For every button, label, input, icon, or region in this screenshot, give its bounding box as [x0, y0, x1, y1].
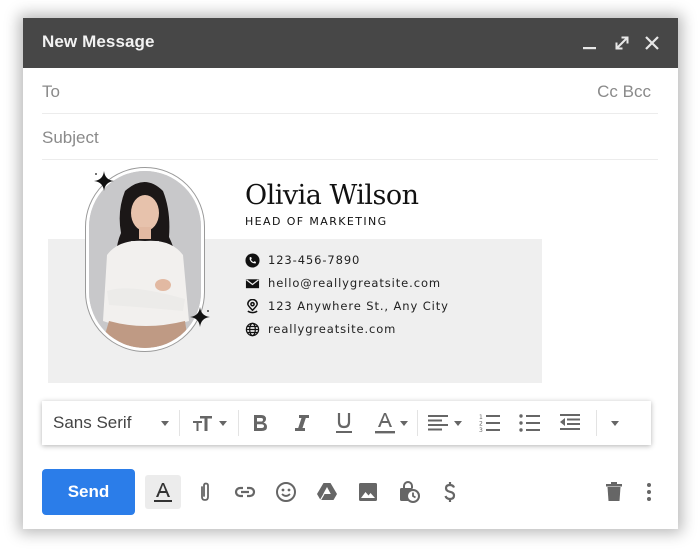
sparkle-icon [189, 306, 211, 328]
contact-website[interactable]: reallygreatsite.com [245, 319, 396, 339]
envelope-icon [245, 276, 260, 291]
text-color-button[interactable] [365, 401, 417, 445]
subject-label: Subject [42, 128, 99, 147]
expand-icon[interactable] [611, 32, 633, 54]
align-icon [427, 415, 448, 431]
italic-button[interactable] [281, 401, 323, 445]
location-pin-icon [245, 298, 260, 314]
bold-button[interactable] [239, 401, 281, 445]
insert-drive-button[interactable] [314, 479, 340, 505]
phone-icon [245, 252, 260, 268]
underline-button[interactable] [323, 401, 365, 445]
profile-photo-frame [85, 167, 205, 352]
bulleted-list-button[interactable] [510, 401, 550, 445]
money-icon [444, 482, 456, 502]
contact-email[interactable]: hello@reallygreatsite.com [245, 273, 441, 293]
font-family-select[interactable]: Sans Serif [42, 401, 179, 445]
text-size-button[interactable] [180, 401, 238, 445]
insert-photo-button[interactable] [355, 479, 381, 505]
to-field[interactable]: To Cc Bcc [42, 68, 658, 114]
send-button[interactable]: Send [42, 469, 135, 515]
compose-window: New Message To Cc Bcc Subject Olivia Wil… [23, 18, 678, 529]
bcc-link[interactable]: Bcc [623, 82, 651, 101]
minimize-icon[interactable] [579, 32, 601, 54]
chevron-down-icon [218, 420, 227, 426]
formatting-options-icon [154, 483, 172, 502]
numbered-list-icon: 123 [479, 414, 500, 433]
signature-name: Olivia Wilson [245, 180, 419, 211]
send-money-button[interactable] [437, 479, 463, 505]
globe-icon [245, 322, 260, 337]
indent-less-button[interactable] [550, 401, 590, 445]
cc-bcc-links: Cc Bcc [597, 82, 651, 102]
bulleted-list-icon [519, 414, 540, 432]
chevron-down-icon [611, 420, 619, 426]
insert-emoji-button[interactable] [273, 479, 299, 505]
underline-icon [336, 413, 352, 433]
more-options-icon [647, 483, 651, 501]
confidential-mode-button[interactable] [396, 479, 422, 505]
svg-text:3: 3 [479, 427, 483, 433]
formatting-toolbar: Sans Serif 123 [42, 401, 651, 445]
compose-titlebar[interactable]: New Message [23, 18, 678, 68]
insert-photo-icon [359, 483, 377, 501]
more-formatting-button[interactable] [597, 401, 633, 445]
email-signature[interactable]: Olivia Wilson HEAD OF MARKETING 123-456-… [23, 160, 678, 390]
cc-link[interactable]: Cc [597, 82, 618, 101]
more-options-button[interactable] [636, 479, 662, 505]
attach-button[interactable] [192, 479, 218, 505]
attach-icon [201, 482, 209, 501]
contact-address-text: 123 Anywhere St., Any City [268, 299, 449, 313]
window-title: New Message [42, 32, 155, 51]
contact-phone: 123-456-7890 [245, 250, 360, 270]
chevron-down-icon [453, 420, 462, 426]
subject-field[interactable]: Subject [42, 114, 658, 160]
drive-icon [317, 483, 337, 501]
signature-role: HEAD OF MARKETING [245, 215, 388, 228]
profile-photo [89, 171, 201, 348]
confidential-mode-icon [400, 481, 420, 503]
trash-icon [606, 482, 622, 501]
chevron-down-icon [399, 420, 408, 426]
indent-less-icon [560, 414, 580, 430]
font-family-value: Sans Serif [53, 413, 132, 432]
bold-icon [254, 415, 267, 431]
emoji-icon [276, 482, 296, 502]
contact-address: 123 Anywhere St., Any City [245, 296, 449, 316]
align-button[interactable] [418, 401, 470, 445]
discard-draft-button[interactable] [601, 479, 627, 505]
italic-icon [295, 415, 309, 431]
sparkle-icon [93, 170, 115, 192]
contact-email-text: hello@reallygreatsite.com [268, 276, 441, 290]
close-icon[interactable] [641, 32, 663, 54]
text-size-icon [192, 416, 212, 431]
link-icon [234, 486, 256, 498]
chevron-down-icon [161, 420, 169, 426]
formatting-options-button[interactable] [145, 475, 181, 509]
numbered-list-button[interactable]: 123 [470, 401, 510, 445]
contact-phone-text: 123-456-7890 [268, 253, 361, 267]
contact-website-text: reallygreatsite.com [268, 322, 397, 336]
insert-link-button[interactable] [232, 479, 258, 505]
to-label: To [42, 82, 60, 101]
text-color-icon [374, 413, 395, 434]
